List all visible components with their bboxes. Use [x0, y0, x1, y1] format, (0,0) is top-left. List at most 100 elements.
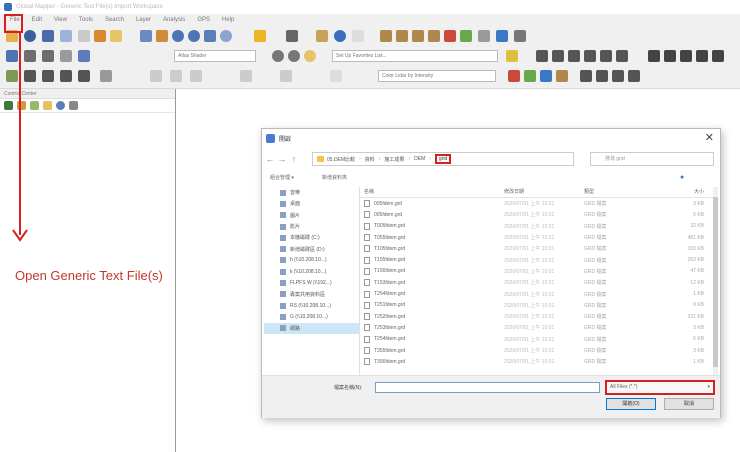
lidar-edit-icon[interactable] — [552, 50, 564, 62]
breadcrumb-item[interactable]: 資料 — [365, 156, 375, 163]
layer-icon[interactable] — [24, 50, 36, 62]
search-input[interactable]: 搜尋 grid — [590, 152, 714, 166]
table-row[interactable]: T055fdem.grd 2020/07/01 上午 10:21 GRD 檔案 481… — [360, 232, 715, 243]
info-icon[interactable] — [334, 30, 346, 42]
table-row[interactable]: 005fdem.grd 2020/07/01 上午 10:21 GRD 檔案 5 KB — [360, 209, 715, 220]
layer-settings-icon[interactable] — [69, 101, 78, 110]
cross-section-icon[interactable] — [580, 70, 592, 82]
3d-view-icon[interactable] — [380, 30, 392, 42]
full-view-icon[interactable] — [220, 30, 232, 42]
merge-icon[interactable] — [330, 70, 342, 82]
menu-search[interactable]: Search — [99, 14, 130, 27]
filetype-select[interactable]: All Files (*.*) ▾ — [605, 380, 715, 395]
table-row[interactable]: T155fdem.grd 2020/07/01 上午 10:21 GRD 檔案 253… — [360, 254, 715, 265]
table-row[interactable]: T356fdem.grd 2020/07/01 上午 10:21 GRD 檔案 1 K… — [360, 356, 715, 367]
cut-icon[interactable] — [286, 30, 298, 42]
organize-button[interactable]: 組合管理 ▾ — [270, 174, 294, 181]
measure-icon[interactable] — [254, 30, 266, 42]
layer-search-icon[interactable] — [56, 101, 65, 110]
table-row[interactable]: T252fdem.grd 2020/07/01 上午 10:21 GRD 檔案 231… — [360, 311, 715, 322]
scale-icon[interactable] — [190, 70, 202, 82]
vegetation-icon[interactable] — [460, 30, 472, 42]
list-icon[interactable] — [478, 30, 490, 42]
column-header-name[interactable]: 名稱 — [360, 187, 500, 197]
star-icon[interactable] — [506, 50, 518, 62]
table-row[interactable]: T105fdem.grd 2020/07/01 上午 10:21 GRD 檔案 150… — [360, 243, 715, 254]
table-row[interactable]: T355fdem.grd 2020/07/01 上午 10:21 GRD 檔案 3 K… — [360, 345, 715, 356]
zoom-out-icon[interactable] — [188, 30, 200, 42]
nav-item-pictures[interactable]: 圖片 — [264, 210, 359, 221]
table-row[interactable]: T254fdem.grd 2020/07/01 上午 10:21 GRD 檔案 1 K… — [360, 288, 715, 299]
area-icon[interactable] — [60, 70, 72, 82]
elevation-icon[interactable] — [412, 30, 424, 42]
breadcrumb-current-folder[interactable]: grid — [434, 154, 452, 164]
tools-icon[interactable] — [78, 30, 90, 42]
nav-item-shared[interactable]: 專案共用資料區 — [264, 289, 359, 300]
record-icon[interactable] — [272, 50, 284, 62]
polyline-icon[interactable] — [42, 70, 54, 82]
table-row[interactable]: T253fdem.grd 2020/07/01 上午 10:21 GRD 檔案 3 K… — [360, 322, 715, 333]
select-icon[interactable] — [140, 30, 152, 42]
globe-icon[interactable] — [24, 30, 36, 42]
nav-item-desktop[interactable]: 桌面 — [264, 198, 359, 209]
forest-icon[interactable] — [628, 70, 640, 82]
breadcrumb-item[interactable]: DEM — [414, 156, 425, 162]
open-button[interactable]: 開啟(O) — [606, 398, 656, 410]
line-icon[interactable] — [24, 70, 36, 82]
tree-icon[interactable] — [612, 70, 624, 82]
settings-icon[interactable] — [94, 30, 106, 42]
menu-view[interactable]: View — [48, 14, 73, 27]
classify-icon[interactable] — [508, 70, 520, 82]
column-header-type[interactable]: 類型 — [580, 187, 652, 197]
nav-item-videos[interactable]: 影片 — [264, 221, 359, 232]
filename-input[interactable] — [375, 382, 600, 393]
grid-icon[interactable] — [6, 50, 18, 62]
save-icon[interactable] — [42, 30, 54, 42]
hill-icon[interactable] — [664, 50, 676, 62]
feature-info-icon[interactable] — [316, 30, 328, 42]
table-row[interactable]: T254fdem.grd 2020/07/01 上午 10:21 GRD 檔案 6 K… — [360, 334, 715, 345]
column-header-size[interactable]: 大小 — [652, 187, 710, 197]
layer-combo[interactable]: Atlas Shader — [174, 50, 256, 62]
close-icon[interactable]: ✕ — [705, 131, 714, 144]
lidar-tool-icon[interactable] — [616, 50, 628, 62]
pan-icon[interactable] — [204, 30, 216, 42]
path-profile-icon[interactable] — [352, 30, 364, 42]
menu-layer[interactable]: Layer — [130, 14, 157, 27]
back-arrow-icon[interactable]: ← — [264, 154, 276, 164]
table-row[interactable]: T153fdem.grd 2020/07/01 上午 10:21 GRD 檔案 12 … — [360, 277, 715, 288]
map-icon[interactable] — [6, 70, 18, 82]
menu-edit[interactable]: Edit — [26, 14, 48, 27]
layer-add-icon[interactable] — [4, 101, 13, 110]
split-icon[interactable] — [280, 70, 292, 82]
peak-icon[interactable] — [680, 50, 692, 62]
scrollbar[interactable] — [713, 187, 718, 375]
ridge-icon[interactable] — [696, 50, 708, 62]
table-row[interactable]: T005fdem.grd 2020/07/01 上午 10:21 GRD 檔案 32 … — [360, 221, 715, 232]
config-icon[interactable] — [110, 30, 122, 42]
point-icon[interactable] — [78, 70, 90, 82]
valley-icon[interactable] — [712, 50, 724, 62]
breadcrumb-item[interactable]: 05.DEM比較 — [327, 156, 355, 163]
water-icon[interactable] — [540, 70, 552, 82]
sun-icon[interactable] — [304, 50, 316, 62]
favorites-combo[interactable]: Set Up Favorites List... — [332, 50, 498, 62]
building-icon[interactable] — [444, 30, 456, 42]
table-icon[interactable] — [78, 50, 90, 62]
help-icon[interactable]: ● — [680, 174, 684, 181]
nav-item-music[interactable]: 音樂 — [264, 187, 359, 198]
color-combo[interactable]: Color Lidar by Intensity — [378, 70, 496, 82]
scrollbar-thumb[interactable] — [713, 197, 718, 367]
lidar-filter-icon[interactable] — [584, 50, 596, 62]
move-icon[interactable] — [150, 70, 162, 82]
menu-gps[interactable]: GPS — [191, 14, 216, 27]
nav-item-network[interactable]: 網路 — [264, 322, 359, 334]
bare-earth-icon[interactable] — [556, 70, 568, 82]
breadcrumb[interactable]: 05.DEM比較 › 資料 › 施工成果 › DEM › grid — [312, 152, 574, 166]
lidar-draw-icon[interactable] — [536, 50, 548, 62]
lidar-select-icon[interactable] — [568, 50, 580, 62]
nav-item-network-rs[interactable]: RS (\\10.208.10...) — [264, 300, 359, 311]
profile-tool-icon[interactable] — [596, 70, 608, 82]
breadcrumb-item[interactable]: 施工成果 — [384, 156, 404, 163]
shader-icon[interactable] — [42, 50, 54, 62]
